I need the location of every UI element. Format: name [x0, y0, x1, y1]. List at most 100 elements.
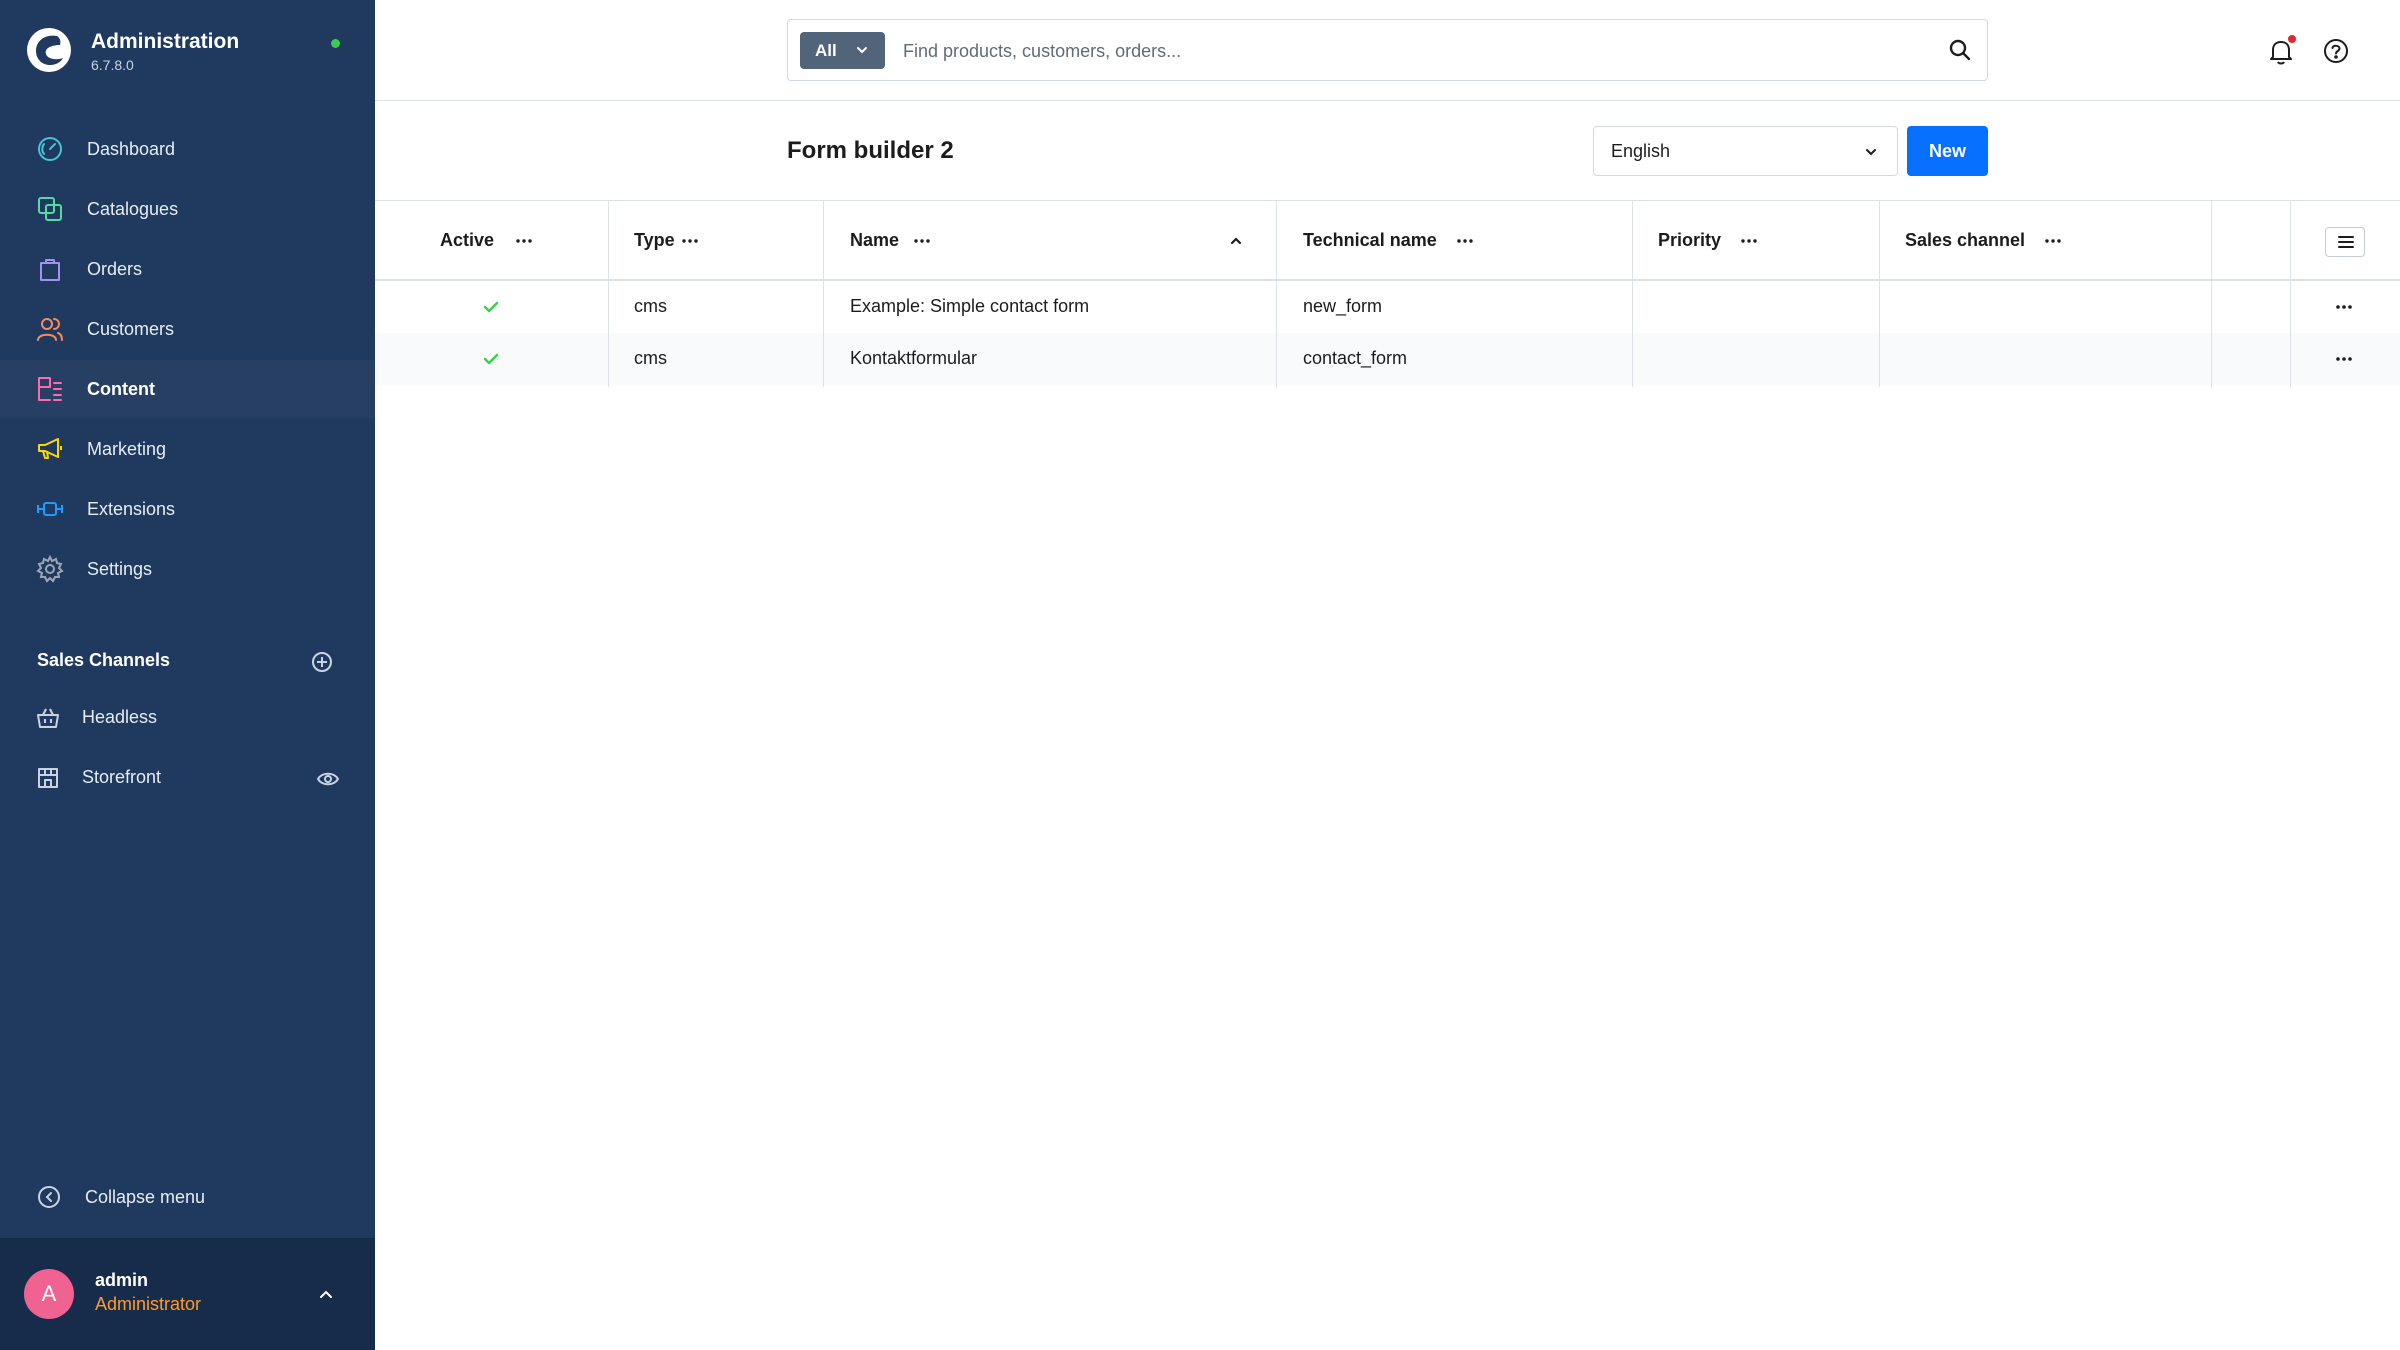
catalogue-icon: [38, 197, 62, 221]
cell-technical-name: contact_form: [1303, 348, 1408, 368]
sidebar-item-label: Customers: [87, 318, 175, 339]
sidebar-item-customers[interactable]: Customers: [0, 300, 375, 358]
sales-channel-item-headless[interactable]: Headless: [0, 690, 375, 746]
users-icon: [37, 318, 63, 341]
collapse-menu-button[interactable]: Collapse menu: [0, 1175, 375, 1219]
collapse-arrow-icon: [38, 1186, 60, 1208]
sidebar-item-settings[interactable]: Settings: [0, 540, 375, 598]
notification-badge: [2288, 35, 2296, 43]
user-name: admin: [95, 1270, 149, 1290]
add-sales-channel-icon[interactable]: [311, 651, 333, 673]
more-options-icon[interactable]: [679, 230, 701, 252]
more-options-icon[interactable]: [2042, 230, 2064, 252]
cell-technical-name: new_form: [1303, 296, 1383, 316]
sidebar: Administration 6.7.8.0 Dashboard Catalog…: [0, 0, 375, 1350]
sales-channels-heading: Sales Channels: [37, 650, 171, 670]
column-header-technical-name[interactable]: Technical name: [1276, 201, 1632, 281]
sidebar-item-label: Marketing: [87, 438, 167, 459]
app-version: 6.7.8.0: [91, 57, 134, 73]
cell-type: cms: [634, 296, 667, 316]
search-type-dropdown[interactable]: All: [800, 32, 885, 69]
check-icon: [483, 301, 499, 313]
smart-bar: Form builder 2 English New: [375, 101, 2400, 200]
sales-channel-label: Storefront: [82, 767, 162, 787]
column-divider: [608, 200, 609, 387]
plug-icon: [37, 502, 63, 516]
sidebar-item-orders[interactable]: Orders: [0, 240, 375, 298]
chevron-down-icon: [857, 47, 867, 54]
column-header-name[interactable]: Name: [823, 201, 1276, 281]
column-header-label: Active: [440, 230, 495, 250]
cell-name: Kontaktformular: [850, 348, 978, 368]
list-menu-icon: [2338, 236, 2354, 248]
sales-channel-item-storefront[interactable]: Storefront: [0, 750, 375, 806]
column-header-label: Priority: [1658, 230, 1722, 250]
sidebar-item-label: Extensions: [87, 498, 176, 519]
search-icon[interactable]: [1947, 37, 1973, 63]
column-divider: [823, 200, 824, 387]
more-options-icon[interactable]: [1738, 230, 1760, 252]
row-actions-icon[interactable]: [2332, 348, 2356, 370]
basket-icon: [37, 708, 59, 728]
column-divider: [2211, 200, 2212, 387]
sales-channel-label: Headless: [82, 707, 158, 727]
column-divider: [1632, 200, 1633, 387]
grid-settings-button[interactable]: [2325, 227, 2365, 257]
column-header-label: Technical name: [1303, 230, 1437, 250]
content-icon: [38, 377, 62, 401]
storefront-icon: [38, 768, 58, 788]
gear-icon: [36, 555, 64, 583]
megaphone-icon: [38, 438, 62, 459]
chevron-down-icon: [1866, 149, 1876, 156]
column-header-priority[interactable]: Priority: [1632, 201, 1879, 281]
top-bar: All: [375, 0, 2400, 101]
sidebar-item-label: Dashboard: [87, 138, 176, 159]
status-indicator: [331, 39, 340, 48]
column-header-active[interactable]: Active: [375, 201, 608, 281]
column-header-sales-channel[interactable]: Sales channel: [1879, 201, 2211, 281]
eye-icon[interactable]: [316, 768, 340, 790]
sidebar-item-extensions[interactable]: Extensions: [0, 480, 375, 538]
global-search: All: [787, 19, 1988, 81]
help-icon[interactable]: [2321, 36, 2351, 66]
sidebar-item-marketing[interactable]: Marketing: [0, 420, 375, 478]
collapse-menu-label: Collapse menu: [85, 1187, 206, 1207]
check-icon: [483, 353, 499, 365]
column-header-label: Sales channel: [1905, 230, 2026, 250]
user-menu[interactable]: A admin Administrator: [0, 1238, 375, 1350]
gauge-icon: [38, 137, 62, 161]
data-grid: Active Type Name Technical name Priority…: [375, 200, 2400, 387]
sidebar-header: Administration 6.7.8.0: [0, 0, 375, 110]
shopping-bag-icon: [40, 259, 60, 281]
sidebar-item-content[interactable]: Content: [0, 360, 375, 418]
cell-type: cms: [634, 348, 667, 368]
column-header-label: Name: [850, 230, 900, 250]
sidebar-item-label: Catalogues: [87, 198, 179, 219]
table-row[interactable]: cms Example: Simple contact form new_for…: [375, 281, 2400, 333]
more-options-icon[interactable]: [911, 230, 933, 252]
sort-ascending-icon[interactable]: [1228, 233, 1244, 249]
column-divider: [1879, 200, 1880, 387]
sidebar-item-dashboard[interactable]: Dashboard: [0, 120, 375, 178]
more-options-icon[interactable]: [1454, 230, 1476, 252]
shopware-logo-icon: [27, 28, 71, 72]
sidebar-item-label: Orders: [87, 258, 143, 279]
app-title: Administration: [91, 30, 240, 53]
search-type-label: All: [815, 41, 837, 60]
user-role: Administrator: [95, 1294, 202, 1314]
row-actions-icon[interactable]: [2332, 296, 2356, 318]
search-input[interactable]: [903, 32, 1903, 70]
column-divider: [1276, 200, 1277, 387]
sidebar-item-label: Content: [87, 378, 155, 399]
more-options-icon[interactable]: [513, 230, 535, 252]
chevron-up-icon: [320, 1290, 332, 1298]
table-row[interactable]: cms Kontaktformular contact_form: [375, 333, 2400, 385]
sidebar-item-catalogues[interactable]: Catalogues: [0, 180, 375, 238]
language-switch[interactable]: English: [1593, 126, 1898, 176]
page-title: Form builder 2: [787, 137, 954, 164]
column-header-type[interactable]: Type: [608, 201, 823, 281]
column-header-label: Type: [634, 230, 675, 250]
new-button[interactable]: New: [1907, 126, 1988, 176]
column-divider: [2290, 200, 2291, 387]
sidebar-item-label: Settings: [87, 558, 153, 579]
